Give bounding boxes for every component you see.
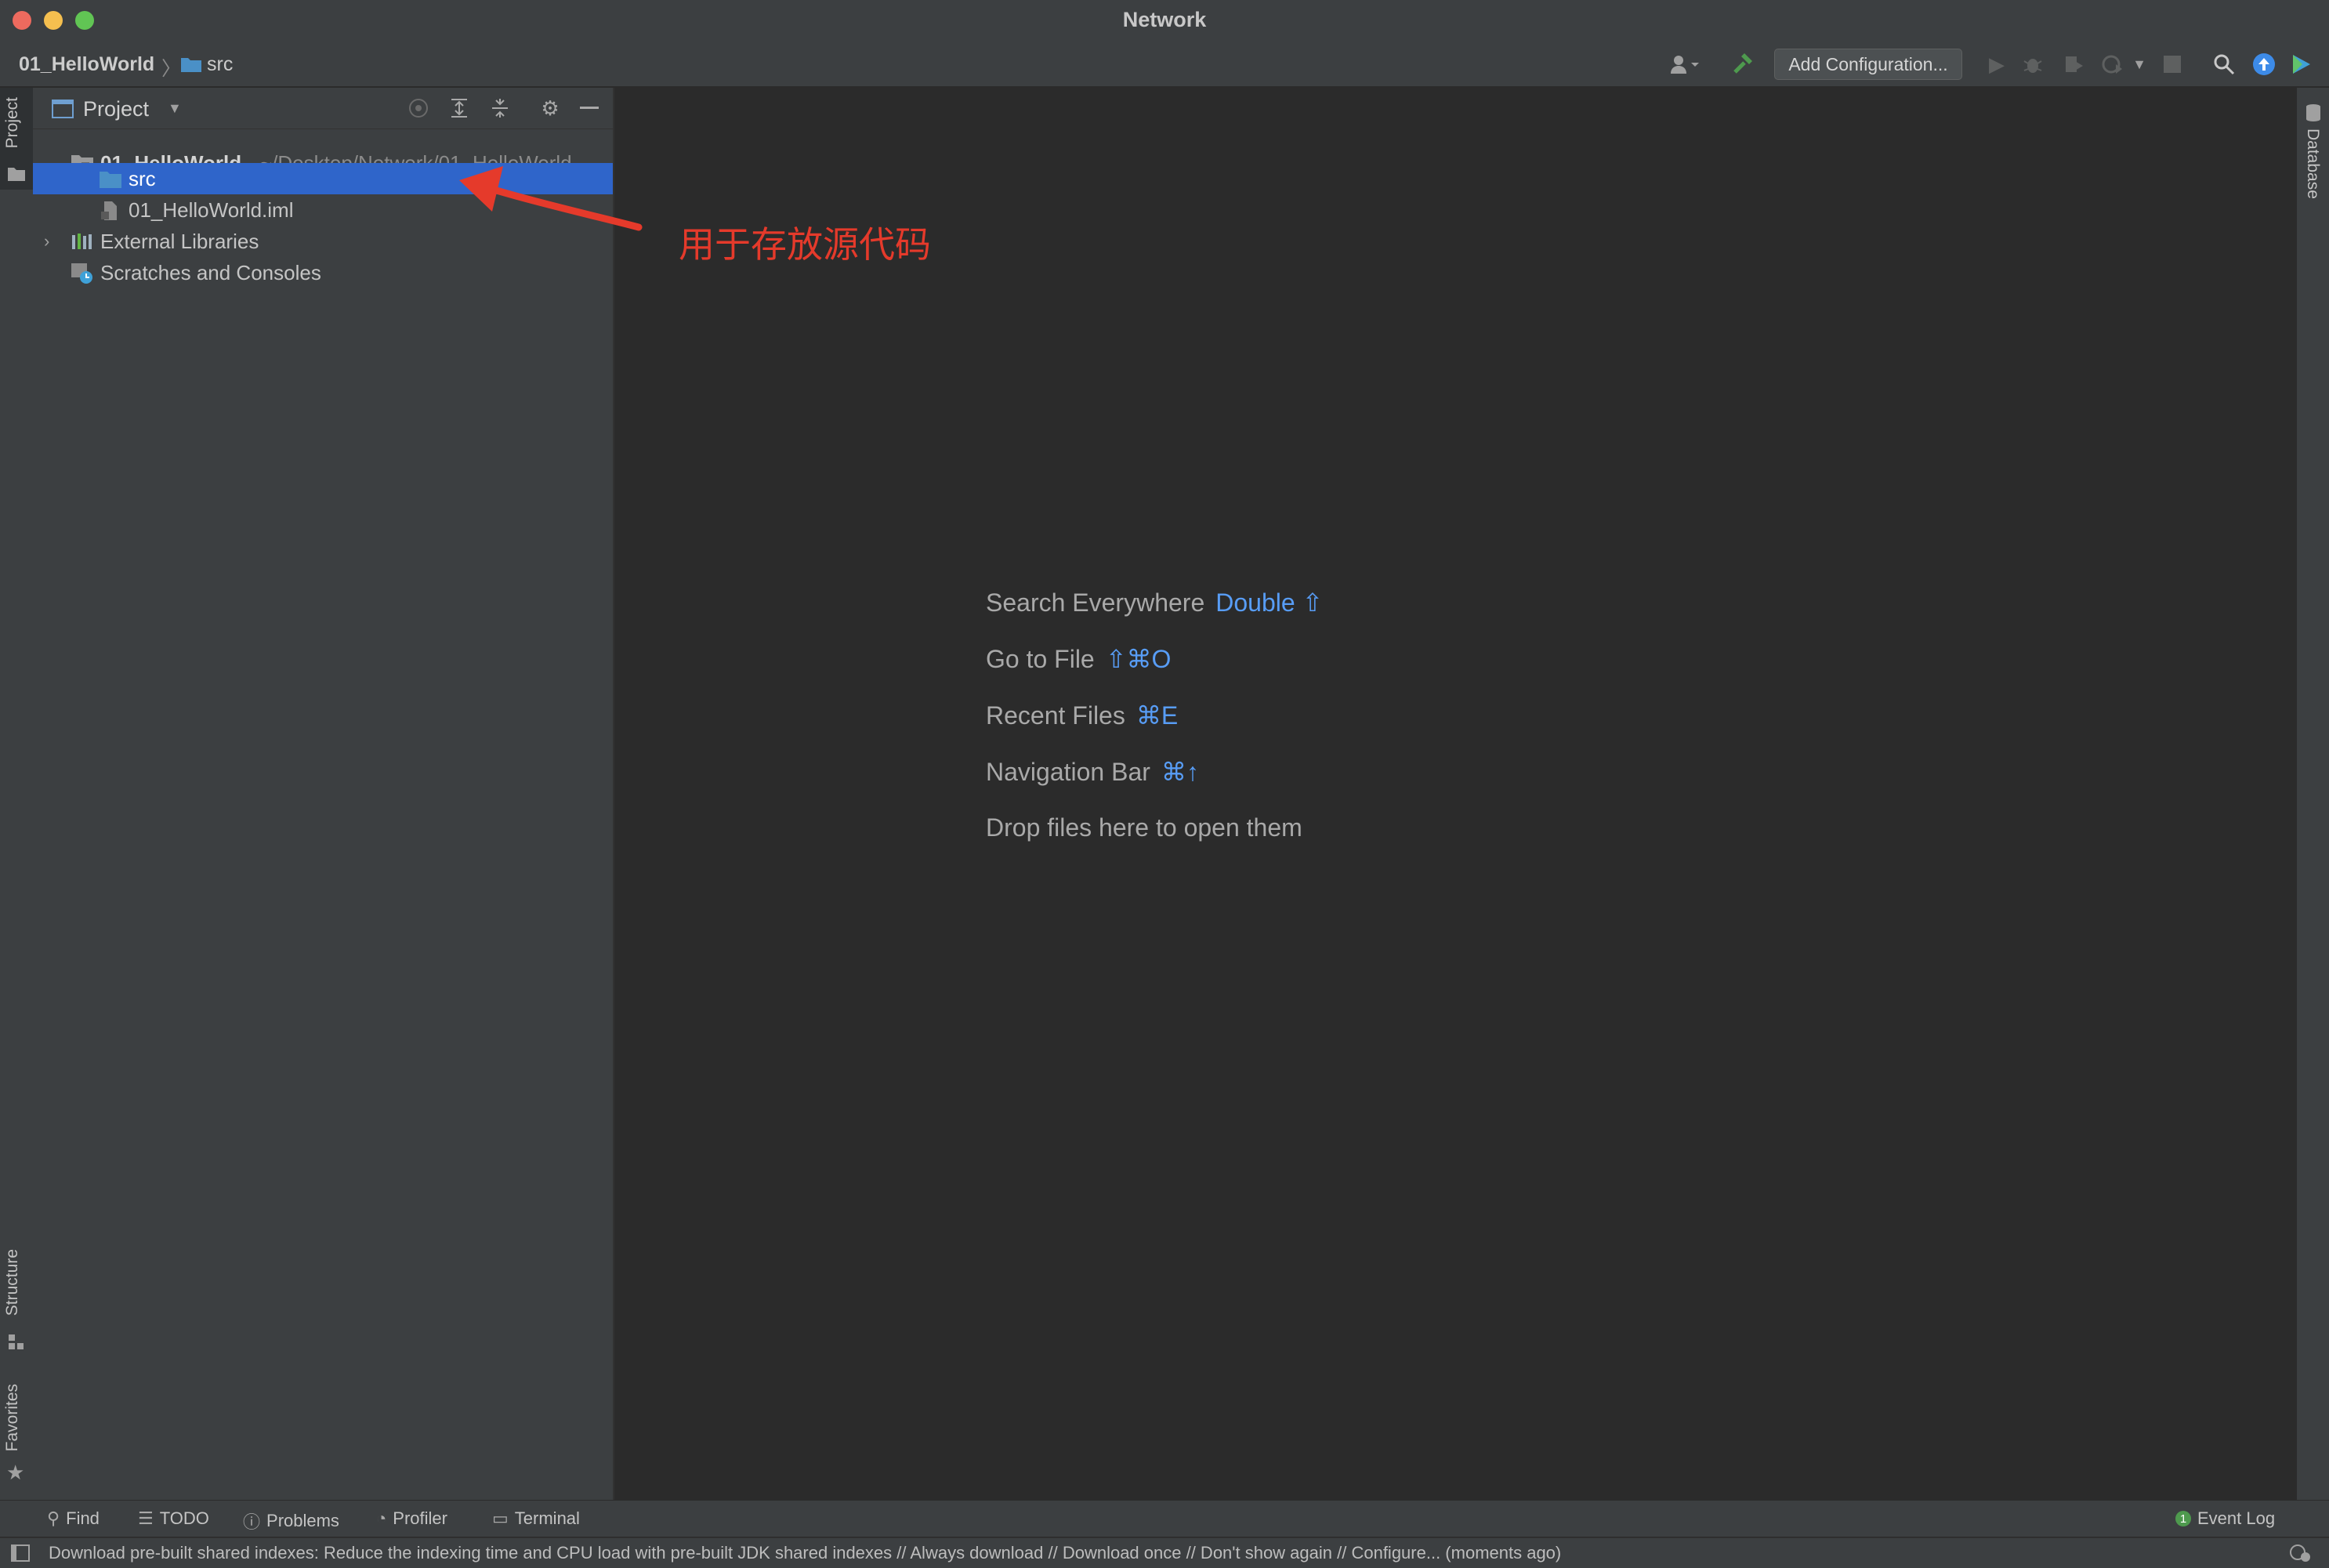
todo-list-icon: ☰ [138,1508,154,1528]
run-with-coverage-icon[interactable] [2059,50,2088,78]
hint-shortcut: Double ⇧ [1215,588,1324,617]
status-message[interactable]: Download pre-built shared indexes: Reduc… [49,1543,1561,1563]
annotation-arrow [459,166,643,231]
profiler-gauge-icon: ◔ [376,1508,387,1528]
status-bar: Download pre-built shared indexes: Reduc… [0,1537,2329,1568]
tab-label: Profiler [393,1508,447,1528]
project-folder-icon [8,168,25,181]
tool-tab-terminal[interactable]: ▭ Terminal [492,1508,580,1529]
view-selector-chevron-icon[interactable]: ▼ [168,100,182,117]
select-opened-file-icon[interactable] [406,96,431,121]
collapsed-chevron-icon[interactable]: › [44,231,49,252]
tool-tab-find[interactable]: ⚲ Find [47,1508,100,1529]
tab-label: Find [66,1508,100,1528]
libraries-icon [72,234,92,249]
scratches-icon [71,263,92,284]
search-icon[interactable] [2210,50,2238,78]
editor-empty-area[interactable] [614,88,2296,1500]
project-view-icon [52,100,74,118]
event-count-badge: 1 [2175,1511,2191,1526]
project-panel-header: Project ▼ ⚙ [33,88,613,129]
add-configuration-button[interactable]: Add Configuration... [1774,49,1962,80]
tree-item-label: src [129,166,156,190]
hint-label: Go to File [986,645,1095,673]
build-hammer-icon[interactable] [1727,50,1759,78]
hint-search-everywhere: Search Everywhere Double ⇧ [986,588,1323,617]
tab-label: TODO [159,1508,209,1528]
tool-tab-favorites[interactable]: Favorites [3,1384,22,1451]
profile-icon[interactable] [2099,50,2127,78]
hint-shortcut: ⇧⌘O [1105,645,1172,673]
hint-shortcut: ⌘↑ [1161,758,1199,786]
breadcrumb-src[interactable]: src [180,53,233,76]
iml-file-icon [101,201,117,220]
window-title: Network [1122,8,1207,31]
hide-panel-icon[interactable] [577,96,602,121]
tab-label: Event Log [2197,1508,2276,1528]
code-with-me-icon[interactable] [2288,50,2315,78]
find-search-icon: ⚲ [47,1508,60,1528]
expand-all-icon[interactable] [447,96,472,121]
debug-bug-icon[interactable] [2019,50,2047,78]
problems-info-icon: ⓘ [243,1512,261,1532]
hint-go-to-file: Go to File ⇧⌘O [986,644,1171,674]
breadcrumb-separator-icon: 〉 [161,58,182,80]
background-tasks-icon[interactable] [2288,1543,2312,1563]
tool-tab-database[interactable]: Database [2303,129,2322,199]
hint-recent-files: Recent Files ⌘E [986,701,1178,730]
tool-tab-event-log[interactable]: 1 Event Log [2175,1508,2275,1529]
settings-gear-icon[interactable]: ⚙ [538,96,563,121]
title-bar: Network [0,0,2329,43]
toggle-tool-windows-icon[interactable] [11,1544,30,1562]
update-icon[interactable] [2251,50,2277,78]
hint-label: Recent Files [986,701,1125,730]
tree-item-label: 01_HelloWorld.iml [129,197,294,222]
tree-item-label: External Libraries [100,229,259,253]
tool-tab-todo[interactable]: ☰ TODO [138,1508,209,1529]
annotation-text: 用于存放源代码 [679,223,931,266]
terminal-icon: ▭ [492,1508,509,1528]
hint-shortcut: ⌘E [1136,701,1179,730]
folder-icon [181,58,201,72]
tab-label: Problems [266,1511,339,1530]
left-tool-stripe: Project Structure Favorites ★ [0,88,34,1500]
favorites-star-icon: ★ [6,1461,25,1484]
hint-label: Search Everywhere [986,588,1205,617]
breadcrumb-project[interactable]: 01_HelloWorld [19,53,154,76]
hint-navigation-bar: Navigation Bar ⌘↑ [986,757,1199,787]
right-tool-stripe: Database [2296,88,2329,1500]
project-view-selector[interactable]: Project [83,97,149,121]
hint-label: Drop files here to open them [986,813,1302,842]
bottom-tool-stripe: ⚲ Find ☰ TODO ⓘ Problems ◔ Profiler ▭ Termina… [0,1500,2329,1537]
hint-drop-files: Drop files here to open them [986,813,1302,842]
database-icon [2306,104,2320,121]
tree-item-label: Scratches and Consoles [100,260,321,284]
tool-tab-profiler[interactable]: ◔ Profiler [376,1508,447,1529]
run-options-chevron-icon[interactable]: ▼ [2130,50,2149,78]
stop-icon[interactable] [2160,50,2185,78]
tab-label: Terminal [514,1508,580,1528]
navigation-bar: 01_HelloWorld 〉 src Add Configuration...… [0,42,2329,88]
tool-tab-project[interactable]: Project [3,97,22,148]
collapse-all-icon[interactable] [487,96,513,121]
structure-icon [9,1334,24,1349]
tool-tab-structure[interactable]: Structure [3,1249,22,1316]
tree-item-scratches[interactable]: Scratches and Consoles [33,257,613,288]
run-icon[interactable]: ▶ [1983,50,2011,78]
user-account-icon[interactable] [1663,50,1707,78]
project-tool-window: Project ▼ ⚙ ⌄ 01_HelloWorld ~/Desktop/Ne… [33,88,614,1500]
tool-tab-problems[interactable]: ⓘ Problems [243,1508,339,1534]
hint-label: Navigation Bar [986,758,1150,786]
source-folder-icon [100,172,121,188]
breadcrumb-src-label: src [207,53,234,75]
